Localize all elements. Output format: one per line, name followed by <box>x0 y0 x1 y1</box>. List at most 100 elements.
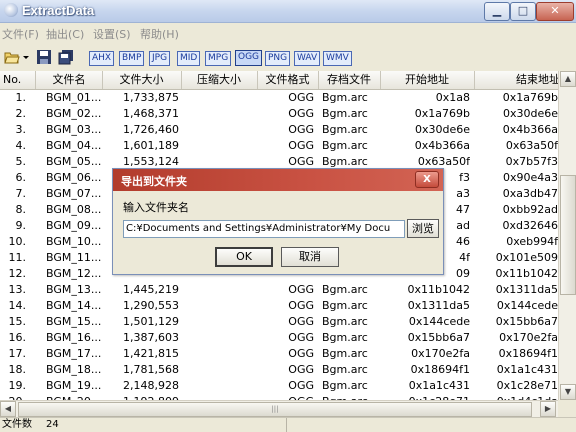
scroll-down-button[interactable]: ▼ <box>560 384 576 400</box>
row-number: 12. <box>8 267 27 280</box>
filter-ahx-button[interactable]: AHX <box>89 51 115 66</box>
row-filename: BGM_10... <box>46 235 102 248</box>
row-end-address: 0x1c28e71 <box>496 379 558 392</box>
row-format: OGG <box>288 123 314 136</box>
list-header: No. 文件名 文件大小 压缩大小 文件格式 存档文件 开始地址 结束地址 <box>0 71 558 90</box>
menu-extract[interactable]: 抽出(C) <box>46 26 84 42</box>
row-number: 14. <box>8 299 27 312</box>
row-end-address: 0x11b1042 <box>495 267 558 280</box>
table-row[interactable]: 14. BGM_14... 1,290,553 OGG Bgm.arc 0x1311da5… <box>0 298 559 314</box>
menu-help[interactable]: 帮助(H) <box>140 26 179 42</box>
row-number: 3. <box>15 123 27 136</box>
filter-bmp-button[interactable]: BMP <box>119 51 145 66</box>
browse-button[interactable]: 浏览 <box>407 219 439 238</box>
filter-ogg-button[interactable]: OGG <box>235 50 263 66</box>
row-number: 16. <box>8 331 27 344</box>
row-end-address: 0x7b57f3 <box>505 155 558 168</box>
close-button[interactable]: ✕ <box>536 2 574 21</box>
toolbar: AHX BMP JPG MID MPG OGG PNG WAV WMV <box>0 43 576 72</box>
col-archive[interactable]: 存档文件 <box>318 71 381 89</box>
row-archive: Bgm.arc <box>322 331 368 344</box>
menu-settings[interactable]: 设置(S) <box>93 26 131 42</box>
row-archive: Bgm.arc <box>322 91 368 104</box>
scroll-right-button[interactable]: ▶ <box>540 401 556 417</box>
table-row[interactable]: 3. BGM_03... 1,726,460 OGG Bgm.arc 0x30de6e 0x… <box>0 122 559 138</box>
row-filename: BGM_13... <box>46 283 102 296</box>
save-icon[interactable] <box>36 49 52 65</box>
col-end[interactable]: 结束地址 <box>474 71 558 89</box>
ok-button[interactable]: OK <box>215 247 273 267</box>
scroll-up-button[interactable]: ▲ <box>560 71 576 87</box>
col-compressed[interactable]: 压缩大小 <box>181 71 258 89</box>
row-end-address: 0x15bb6a7 <box>495 315 558 328</box>
col-size[interactable]: 文件大小 <box>102 71 182 89</box>
row-archive: Bgm.arc <box>322 363 368 376</box>
row-size: 1,501,129 <box>123 315 179 328</box>
row-filename: BGM_12... <box>46 267 102 280</box>
scroll-left-button[interactable]: ◀ <box>0 401 16 417</box>
filter-mpg-button[interactable]: MPG <box>205 51 232 66</box>
table-row[interactable]: 19. BGM_19... 2,148,928 OGG Bgm.arc 0x1a1c431… <box>0 378 559 394</box>
row-end-address: 0xeb994f <box>506 235 558 248</box>
maximize-button[interactable]: □ <box>510 2 536 21</box>
vertical-scrollbar[interactable]: ▲ ▼ <box>558 71 576 400</box>
table-row[interactable]: 13. BGM_13... 1,445,219 OGG Bgm.arc 0x11b1042… <box>0 282 559 298</box>
row-start-address: 0x11b1042 <box>407 283 470 296</box>
row-number: 7. <box>15 187 27 200</box>
status-bar: 文件数 24 <box>0 417 576 432</box>
row-start-address: 0x1a769b <box>414 107 470 120</box>
save-all-icon[interactable] <box>58 49 74 65</box>
row-start-address: 0x1a1c431 <box>408 379 470 392</box>
vertical-scroll-thumb[interactable] <box>560 175 576 295</box>
row-size: 1,290,553 <box>123 299 179 312</box>
cancel-button[interactable]: 取消 <box>281 247 339 267</box>
row-filename: BGM_08... <box>46 203 102 216</box>
menu-file[interactable]: 文件(F) <box>2 26 39 42</box>
row-archive: Bgm.arc <box>322 299 368 312</box>
row-format: OGG <box>288 107 314 120</box>
horizontal-scrollbar[interactable]: ◀ ||| ▶ <box>0 400 558 418</box>
row-number: 1. <box>15 91 27 104</box>
row-filename: BGM_18... <box>46 363 102 376</box>
status-divider <box>286 418 287 432</box>
filter-png-button[interactable]: PNG <box>265 51 291 66</box>
table-row[interactable]: 2. BGM_02... 1,468,371 OGG Bgm.arc 0x1a769b 0x… <box>0 106 559 122</box>
dropdown-arrow-icon[interactable] <box>22 49 30 65</box>
table-row[interactable]: 4. BGM_04... 1,601,189 OGG Bgm.arc 0x4b366a 0x… <box>0 138 559 154</box>
folder-path-input[interactable]: C:¥Documents and Settings¥Administrator¥… <box>123 220 405 238</box>
row-size: 2,148,928 <box>123 379 179 392</box>
row-end-address: 0x1a769b <box>502 91 558 104</box>
table-row[interactable]: 16. BGM_16... 1,387,603 OGG Bgm.arc 0x15bb6a7… <box>0 330 559 346</box>
row-start-address: 0x4b366a <box>414 139 470 152</box>
table-row[interactable]: 17. BGM_17... 1,421,815 OGG Bgm.arc 0x170e2fa… <box>0 346 559 362</box>
row-format: OGG <box>288 91 314 104</box>
row-filename: BGM_04... <box>46 139 102 152</box>
table-row[interactable]: 15. BGM_15... 1,501,129 OGG Bgm.arc 0x144cede… <box>0 314 559 330</box>
filter-wmv-button[interactable]: WMV <box>323 51 352 66</box>
row-number: 19. <box>8 379 27 392</box>
row-filename: BGM_17... <box>46 347 102 360</box>
row-size: 1,781,568 <box>123 363 179 376</box>
open-folder-icon[interactable] <box>4 49 20 65</box>
table-row[interactable]: 1. BGM_01... 1,733,875 OGG Bgm.arc 0x1a8 0x1a7… <box>0 90 559 106</box>
col-format[interactable]: 文件格式 <box>257 71 319 89</box>
row-archive: Bgm.arc <box>322 283 368 296</box>
row-size: 1,445,219 <box>123 283 179 296</box>
row-format: OGG <box>288 283 314 296</box>
col-filename[interactable]: 文件名 <box>36 71 103 89</box>
filter-jpg-button[interactable]: JPG <box>149 51 171 66</box>
filter-wav-button[interactable]: WAV <box>294 51 321 66</box>
row-size: 1,601,189 <box>123 139 179 152</box>
horizontal-scroll-thumb[interactable]: ||| <box>18 402 532 417</box>
row-end-address: 0x101e509 <box>495 251 558 264</box>
col-no[interactable]: No. <box>0 71 36 89</box>
dialog-close-button[interactable]: X <box>415 171 439 188</box>
row-start-address: 0x15bb6a7 <box>407 331 470 344</box>
minimize-button[interactable]: ▁ <box>484 2 510 21</box>
row-number: 11. <box>8 251 27 264</box>
row-filename: BGM_15... <box>46 315 102 328</box>
col-start[interactable]: 开始地址 <box>380 71 475 89</box>
row-archive: Bgm.arc <box>322 379 368 392</box>
table-row[interactable]: 18. BGM_18... 1,781,568 OGG Bgm.arc 0x18694f1… <box>0 362 559 378</box>
filter-mid-button[interactable]: MID <box>177 51 201 66</box>
